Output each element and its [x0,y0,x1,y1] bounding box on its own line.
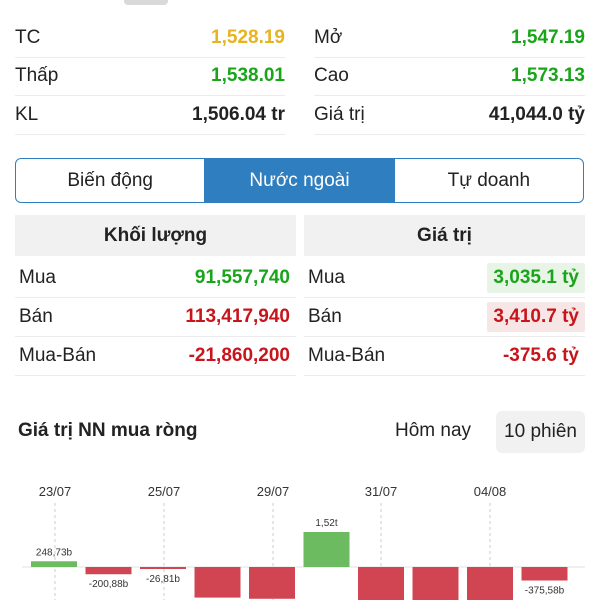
tab-tu-doanh[interactable]: Tự doanh [393,159,583,202]
tab-nuoc-ngoai[interactable]: Nước ngoài [204,159,394,202]
row-value: 113,417,940 [185,306,290,327]
date-tick-label: 31/07 [365,484,398,499]
bar-value-label: -200,88b [89,579,129,590]
row-label: Bán [19,306,53,327]
chart-bar [521,567,568,581]
stat-label: Thấp [15,65,59,86]
stat-label: TC [15,27,41,48]
chart-bar [31,561,77,567]
date-tick-label: 23/07 [39,484,72,499]
stat-row-kl: KL 1,506.04 tr [15,96,285,135]
ten-sessions-filter-button[interactable]: 10 phiên [496,411,585,453]
row-value: 3,035.1 tỷ [487,263,585,293]
stat-label: Cao [314,65,349,86]
stat-row-gia-tri: Giá trị 41,044.0 tỷ [314,96,585,135]
chart-bar [412,567,459,600]
stat-row-thap: Thấp 1,538.01 [15,57,285,96]
stat-row-cao: Cao 1,573.13 [314,57,585,96]
chart-title: Giá trị NN mua ròng [18,420,198,441]
volume-header: Khối lượng [15,215,296,256]
stat-label: KL [15,104,39,125]
chart-bar [467,567,513,600]
segment-tabs: Biến động Nước ngoài Tự doanh [15,158,584,203]
date-tick-label: 29/07 [257,484,290,499]
volume-row-mua: Mua 91,557,740 [15,259,296,298]
bar-value-label: -375,58b [525,586,565,597]
net-foreign-value-chart: 23/07 25/07 29/07 31/07 04/08 248,73b -200,88b… [22,484,585,600]
chart-bar [358,567,404,600]
tab-bien-dong[interactable]: Biến động [16,159,204,202]
stat-value: 1,506.04 tr [192,104,285,125]
stat-label: Giá trị [314,104,365,125]
value-row-ban: Bán 3,410.7 tỷ [304,298,585,337]
date-tick-label: 04/08 [474,484,507,499]
chart-bar [140,567,186,569]
sheet-handle[interactable] [124,0,168,5]
value-row-mua: Mua 3,035.1 tỷ [304,259,585,298]
bar-value-label: 1,52t [315,518,337,529]
value-row-mua-ban: Mua-Bán -375.6 tỷ [304,337,585,376]
chart-bar [303,532,350,567]
row-value: -21,860,200 [188,345,290,366]
volume-row-ban: Bán 113,417,940 [15,298,296,337]
chart-bar [194,567,241,598]
chart-bar [249,567,295,599]
stat-value: 41,044.0 tỷ [488,104,585,125]
row-label: Mua [19,267,56,288]
stat-value: 1,528.19 [211,27,285,48]
row-label: Mua [308,267,345,288]
bar-value-label: 248,73b [36,547,73,558]
date-tick-label: 25/07 [148,484,181,499]
row-label: Bán [308,306,342,327]
row-value: 91,557,740 [194,267,290,288]
stat-label: Mở [314,27,343,48]
row-value: -375.6 tỷ [502,345,579,366]
today-filter-button[interactable]: Hôm nay [395,420,471,442]
chart-bar [85,567,132,575]
row-label: Mua-Bán [19,345,97,366]
value-header: Giá trị [304,215,585,256]
stat-value: 1,573.13 [511,65,585,86]
stat-value: 1,538.01 [211,65,285,86]
stat-value: 1,547.19 [511,27,585,48]
volume-row-mua-ban: Mua-Bán -21,860,200 [15,337,296,376]
stat-row-tc: TC 1,528.19 [15,19,285,58]
stat-row-mo: Mở 1,547.19 [314,19,585,58]
row-value: 3,410.7 tỷ [487,302,585,332]
row-label: Mua-Bán [308,345,386,366]
bar-value-label: -26,81b [146,574,180,585]
